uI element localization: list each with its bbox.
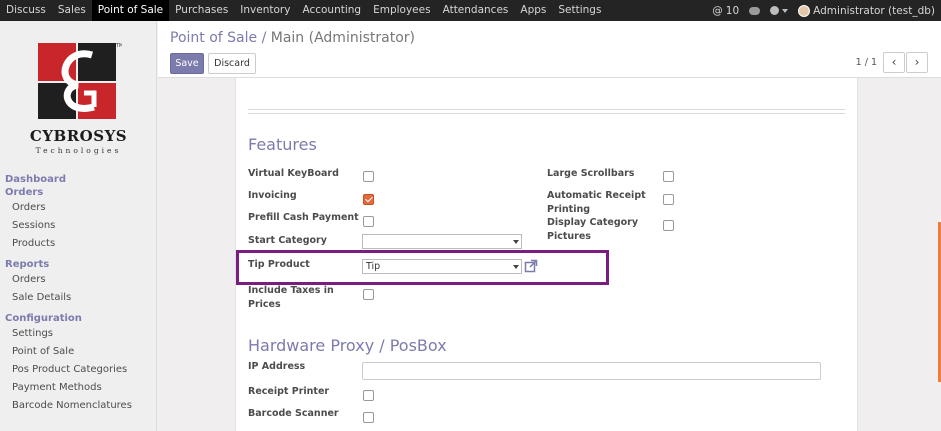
display-category-pictures-checkbox[interactable] bbox=[663, 220, 674, 231]
ip-address-label: IP Address bbox=[248, 361, 306, 372]
breadcrumb-separator: / bbox=[261, 30, 267, 46]
breadcrumb: Point of Sale / Main (Administrator) bbox=[170, 30, 415, 46]
user-name: Administrator (test_db) bbox=[813, 4, 935, 17]
caret-down-icon bbox=[782, 8, 789, 13]
display-category-pictures-label: Display Category Pictures bbox=[547, 216, 638, 244]
menu-item-accounting[interactable]: Accounting bbox=[296, 0, 367, 21]
sidebar-item-settings[interactable]: Settings bbox=[0, 325, 157, 343]
debug-menu-button[interactable] bbox=[770, 6, 789, 15]
breadcrumb-parent[interactable]: Point of Sale bbox=[170, 30, 257, 46]
menu-item-inventory[interactable]: Inventory bbox=[234, 0, 296, 21]
cybrosys-logo: TM bbox=[38, 43, 122, 119]
automatic-receipt-label-line2: Printing bbox=[547, 204, 591, 215]
sidebar-item-pos-product-categories[interactable]: Pos Product Categories bbox=[0, 361, 157, 379]
activity-button[interactable]: @ 10 bbox=[712, 5, 739, 17]
sidebar-nav: Dashboard Orders Orders Sessions Product… bbox=[0, 173, 157, 415]
include-taxes-label-line2: Prices bbox=[248, 299, 281, 310]
start-category-select[interactable] bbox=[362, 234, 522, 249]
sidebar-item-barcode-nomenclatures[interactable]: Barcode Nomenclatures bbox=[0, 397, 157, 415]
logo-subtext: Technologies bbox=[35, 146, 122, 155]
sidebar-section-orders: Orders bbox=[5, 187, 44, 198]
include-taxes-checkbox[interactable] bbox=[363, 289, 374, 300]
pager-next-button[interactable]: › bbox=[906, 52, 928, 73]
main-content: Point of Sale / Main (Administrator) Sav… bbox=[158, 21, 941, 431]
sidebar-section-dashboard[interactable]: Dashboard bbox=[0, 173, 157, 186]
user-menu[interactable]: Administrator (test_db) bbox=[798, 4, 935, 17]
receipt-printer-label: Receipt Printer bbox=[248, 386, 330, 397]
divider bbox=[248, 113, 845, 114]
discard-button[interactable]: Discard bbox=[208, 53, 256, 74]
sidebar-item-sessions[interactable]: Sessions bbox=[0, 217, 157, 235]
top-navbar: Discuss Sales Point of Sale Purchases Invent… bbox=[0, 0, 941, 21]
avatar bbox=[798, 4, 811, 17]
menu-item-settings[interactable]: Settings bbox=[552, 0, 607, 21]
display-category-label-line1: Display Category bbox=[547, 217, 639, 228]
tip-product-highlight-box bbox=[236, 250, 609, 285]
sidebar-item-sale-details[interactable]: Sale Details bbox=[0, 289, 157, 307]
save-button[interactable]: Save bbox=[170, 53, 204, 74]
menu-item-point-of-sale[interactable]: Point of Sale bbox=[91, 0, 170, 21]
sidebar: TM CYBROSYS Technologies Dashboard Order… bbox=[0, 21, 157, 431]
invoicing-label: Invoicing bbox=[248, 190, 297, 201]
sidebar-section-reports: Reports bbox=[5, 259, 50, 270]
display-category-label-line2: Pictures bbox=[547, 231, 591, 242]
chat-icon[interactable] bbox=[749, 6, 761, 15]
bug-icon bbox=[770, 6, 780, 15]
include-taxes-label: Include Taxes in Prices bbox=[248, 284, 334, 312]
automatic-receipt-printing-label: Automatic Receipt Printing bbox=[547, 189, 646, 217]
features-heading: Features bbox=[248, 135, 317, 154]
sidebar-item-products[interactable]: Products bbox=[0, 235, 157, 253]
main-menu: Discuss Sales Point of Sale Purchases Invent… bbox=[0, 0, 607, 21]
at-icon: @ bbox=[712, 4, 723, 17]
logo-text: CYBROSYS bbox=[29, 127, 128, 145]
menu-item-purchases[interactable]: Purchases bbox=[169, 0, 234, 21]
large-scrollbars-label: Large Scrollbars bbox=[547, 168, 635, 179]
virtual-keyboard-checkbox[interactable] bbox=[363, 171, 374, 182]
chevron-down-icon bbox=[513, 240, 519, 244]
logo-tm: TM bbox=[115, 43, 122, 49]
automatic-receipt-label-line1: Automatic Receipt bbox=[547, 190, 646, 201]
pager-value: 1 / 1 bbox=[855, 57, 877, 68]
barcode-scanner-label: Barcode Scanner bbox=[248, 408, 339, 419]
virtual-keyboard-label: Virtual KeyBoard bbox=[248, 168, 339, 179]
notification-count: 10 bbox=[725, 4, 740, 17]
ip-address-input[interactable] bbox=[362, 362, 821, 380]
receipt-printer-checkbox[interactable] bbox=[363, 390, 374, 401]
menu-item-sales[interactable]: Sales bbox=[52, 0, 92, 21]
pager-previous-button[interactable]: ‹ bbox=[883, 52, 905, 73]
include-taxes-label-line1: Include Taxes in bbox=[248, 285, 334, 296]
menu-item-discuss[interactable]: Discuss bbox=[0, 0, 52, 21]
automatic-receipt-printing-checkbox[interactable] bbox=[663, 194, 674, 205]
large-scrollbars-checkbox[interactable] bbox=[663, 171, 674, 182]
sidebar-item-orders[interactable]: Orders bbox=[0, 199, 157, 217]
prefill-cash-payment-checkbox[interactable] bbox=[363, 216, 374, 227]
hardware-proxy-heading: Hardware Proxy / PosBox bbox=[248, 336, 447, 355]
divider bbox=[248, 109, 845, 110]
menu-item-attendances[interactable]: Attendances bbox=[437, 0, 515, 21]
breadcrumb-current: Main (Administrator) bbox=[270, 30, 415, 46]
systray: @ 10 Administrator (test_db) bbox=[712, 0, 935, 21]
menu-item-apps[interactable]: Apps bbox=[514, 0, 552, 21]
sidebar-item-report-orders[interactable]: Orders bbox=[0, 271, 157, 289]
control-panel: Point of Sale / Main (Administrator) Sav… bbox=[158, 21, 941, 78]
menu-item-employees[interactable]: Employees bbox=[367, 0, 436, 21]
prefill-cash-payment-label: Prefill Cash Payment bbox=[248, 212, 359, 223]
sidebar-item-payment-methods[interactable]: Payment Methods bbox=[0, 379, 157, 397]
sidebar-section-configuration: Configuration bbox=[5, 313, 82, 324]
start-category-label: Start Category bbox=[248, 235, 327, 246]
invoicing-checkbox[interactable] bbox=[363, 194, 374, 205]
barcode-scanner-checkbox[interactable] bbox=[363, 412, 374, 423]
sidebar-item-point-of-sale[interactable]: Point of Sale bbox=[0, 343, 157, 361]
